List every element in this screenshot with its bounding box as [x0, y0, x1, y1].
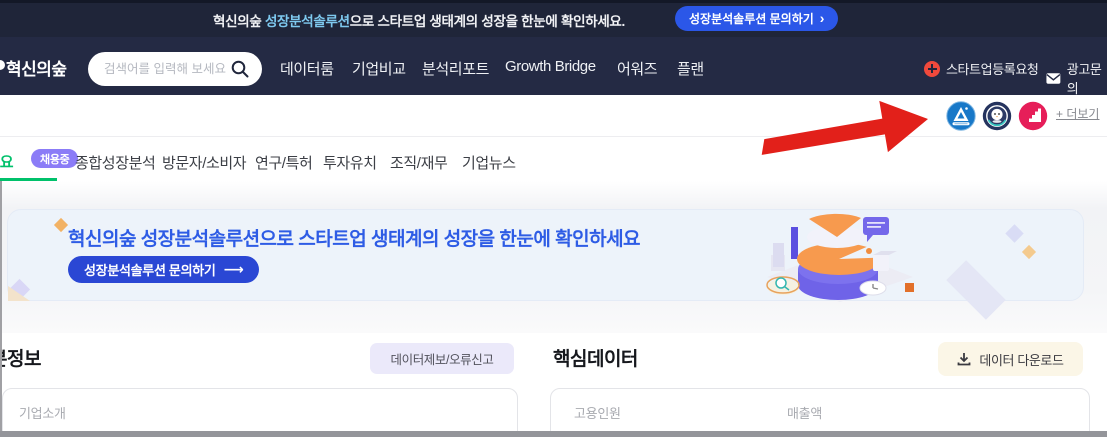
- promo-text-highlight: 성장분석솔루션: [264, 14, 350, 29]
- data-download-button[interactable]: 데이터 다운로드: [938, 342, 1083, 376]
- basic-info-title: 기본정보: [0, 349, 41, 370]
- promo-text-prefix: 혁신의숲: [213, 14, 265, 29]
- data-download-label: 데이터 다운로드: [979, 352, 1064, 368]
- banner-illustration: [766, 213, 914, 302]
- employee-count-label: 고용인원: [574, 406, 621, 421]
- ad-inquiry-label: 광고문의: [1066, 62, 1102, 96]
- nav-dataroom[interactable]: 데이터룸: [280, 58, 334, 79]
- envelope-icon: [1046, 72, 1061, 84]
- nav-analysis-report[interactable]: 분석리포트: [422, 58, 489, 79]
- search-icon[interactable]: [230, 59, 250, 79]
- hiring-badge: 채용중: [31, 149, 79, 168]
- window-left-edge: [0, 181, 2, 437]
- promo-inquiry-label: 성장분석솔루션 문의하기: [689, 12, 814, 26]
- banner-inquiry-label: 성장분석솔루션 문의하기: [84, 263, 216, 278]
- stairs-badge-pink-icon[interactable]: [1018, 101, 1048, 131]
- page: 혁신의숲 성장분석솔루션으로 스타트업 생태계의 성장을 한눈에 확인하세요. …: [0, 0, 1107, 437]
- search-box: [88, 52, 262, 86]
- tab-investment[interactable]: 투자유치: [323, 152, 377, 173]
- tab-growth-analysis[interactable]: 종합성장분석: [75, 152, 156, 173]
- startup-register-label: 스타트업등록요청: [946, 62, 1039, 77]
- banner-inquiry-button[interactable]: 성장분석솔루션 문의하기 ⟶: [68, 256, 260, 283]
- ad-inquiry-link[interactable]: 광고문의: [1046, 59, 1107, 97]
- plus-circle-icon: [924, 60, 940, 77]
- key-data-title: 핵심데이터: [553, 349, 638, 370]
- long-arrow-right-icon: ⟶: [223, 261, 244, 277]
- window-bottom-edge: [0, 431, 1107, 437]
- tab-visitors-consumers[interactable]: 방문자/소비자: [162, 152, 247, 173]
- nav-awards[interactable]: 어워즈: [617, 58, 658, 79]
- tab-overview-active[interactable]: 개요: [0, 151, 14, 172]
- badge-row: [0, 95, 1107, 137]
- download-icon: [958, 353, 971, 366]
- startup-register-link[interactable]: 스타트업등록요청: [924, 59, 1039, 78]
- company-intro-card: 기업소개: [2, 388, 518, 437]
- revenue-label: 매출액: [787, 406, 822, 421]
- nav-plan[interactable]: 플랜: [677, 58, 704, 79]
- tab-research-patent[interactable]: 연구/특허: [255, 152, 313, 173]
- promo-text-suffix: 으로 스타트업 생태계의 성장을 한눈에 확인하세요.: [349, 14, 626, 29]
- search-input[interactable]: [104, 62, 230, 76]
- nav-company-compare[interactable]: 기업비교: [352, 58, 406, 79]
- company-intro-label: 기업소개: [19, 406, 66, 421]
- data-report-button[interactable]: 데이터제보/오류신고: [370, 343, 514, 374]
- nav-growth-bridge[interactable]: Growth Bridge: [505, 58, 596, 75]
- logo[interactable]: 혁신의숲: [6, 55, 67, 80]
- promo-text: 혁신의숲 성장분석솔루션으로 스타트업 생태계의 성장을 한눈에 확인하세요.: [213, 10, 625, 30]
- chevron-right-icon: ›: [819, 9, 825, 26]
- more-badges-link[interactable]: + 더보기: [1056, 105, 1099, 122]
- tab-company-news[interactable]: 기업뉴스: [462, 152, 516, 173]
- tab-org-finance[interactable]: 조직/재무: [390, 152, 448, 173]
- award-badge-blue-icon[interactable]: [946, 101, 976, 131]
- banner-title: 혁신의숲 성장분석솔루션으로 스타트업 생태계의 성장을 한눈에 확인하세요: [68, 229, 641, 250]
- window-top-edge: [0, 0, 1107, 3]
- promo-inquiry-button[interactable]: 성장분석솔루션 문의하기 ›: [675, 6, 839, 31]
- key-data-card: 고용인원 매출액: [550, 388, 1090, 437]
- annotation-arrow-icon: [761, 100, 928, 155]
- character-badge-navy-icon[interactable]: [982, 101, 1012, 131]
- deco-wedge-beige: [8, 286, 30, 301]
